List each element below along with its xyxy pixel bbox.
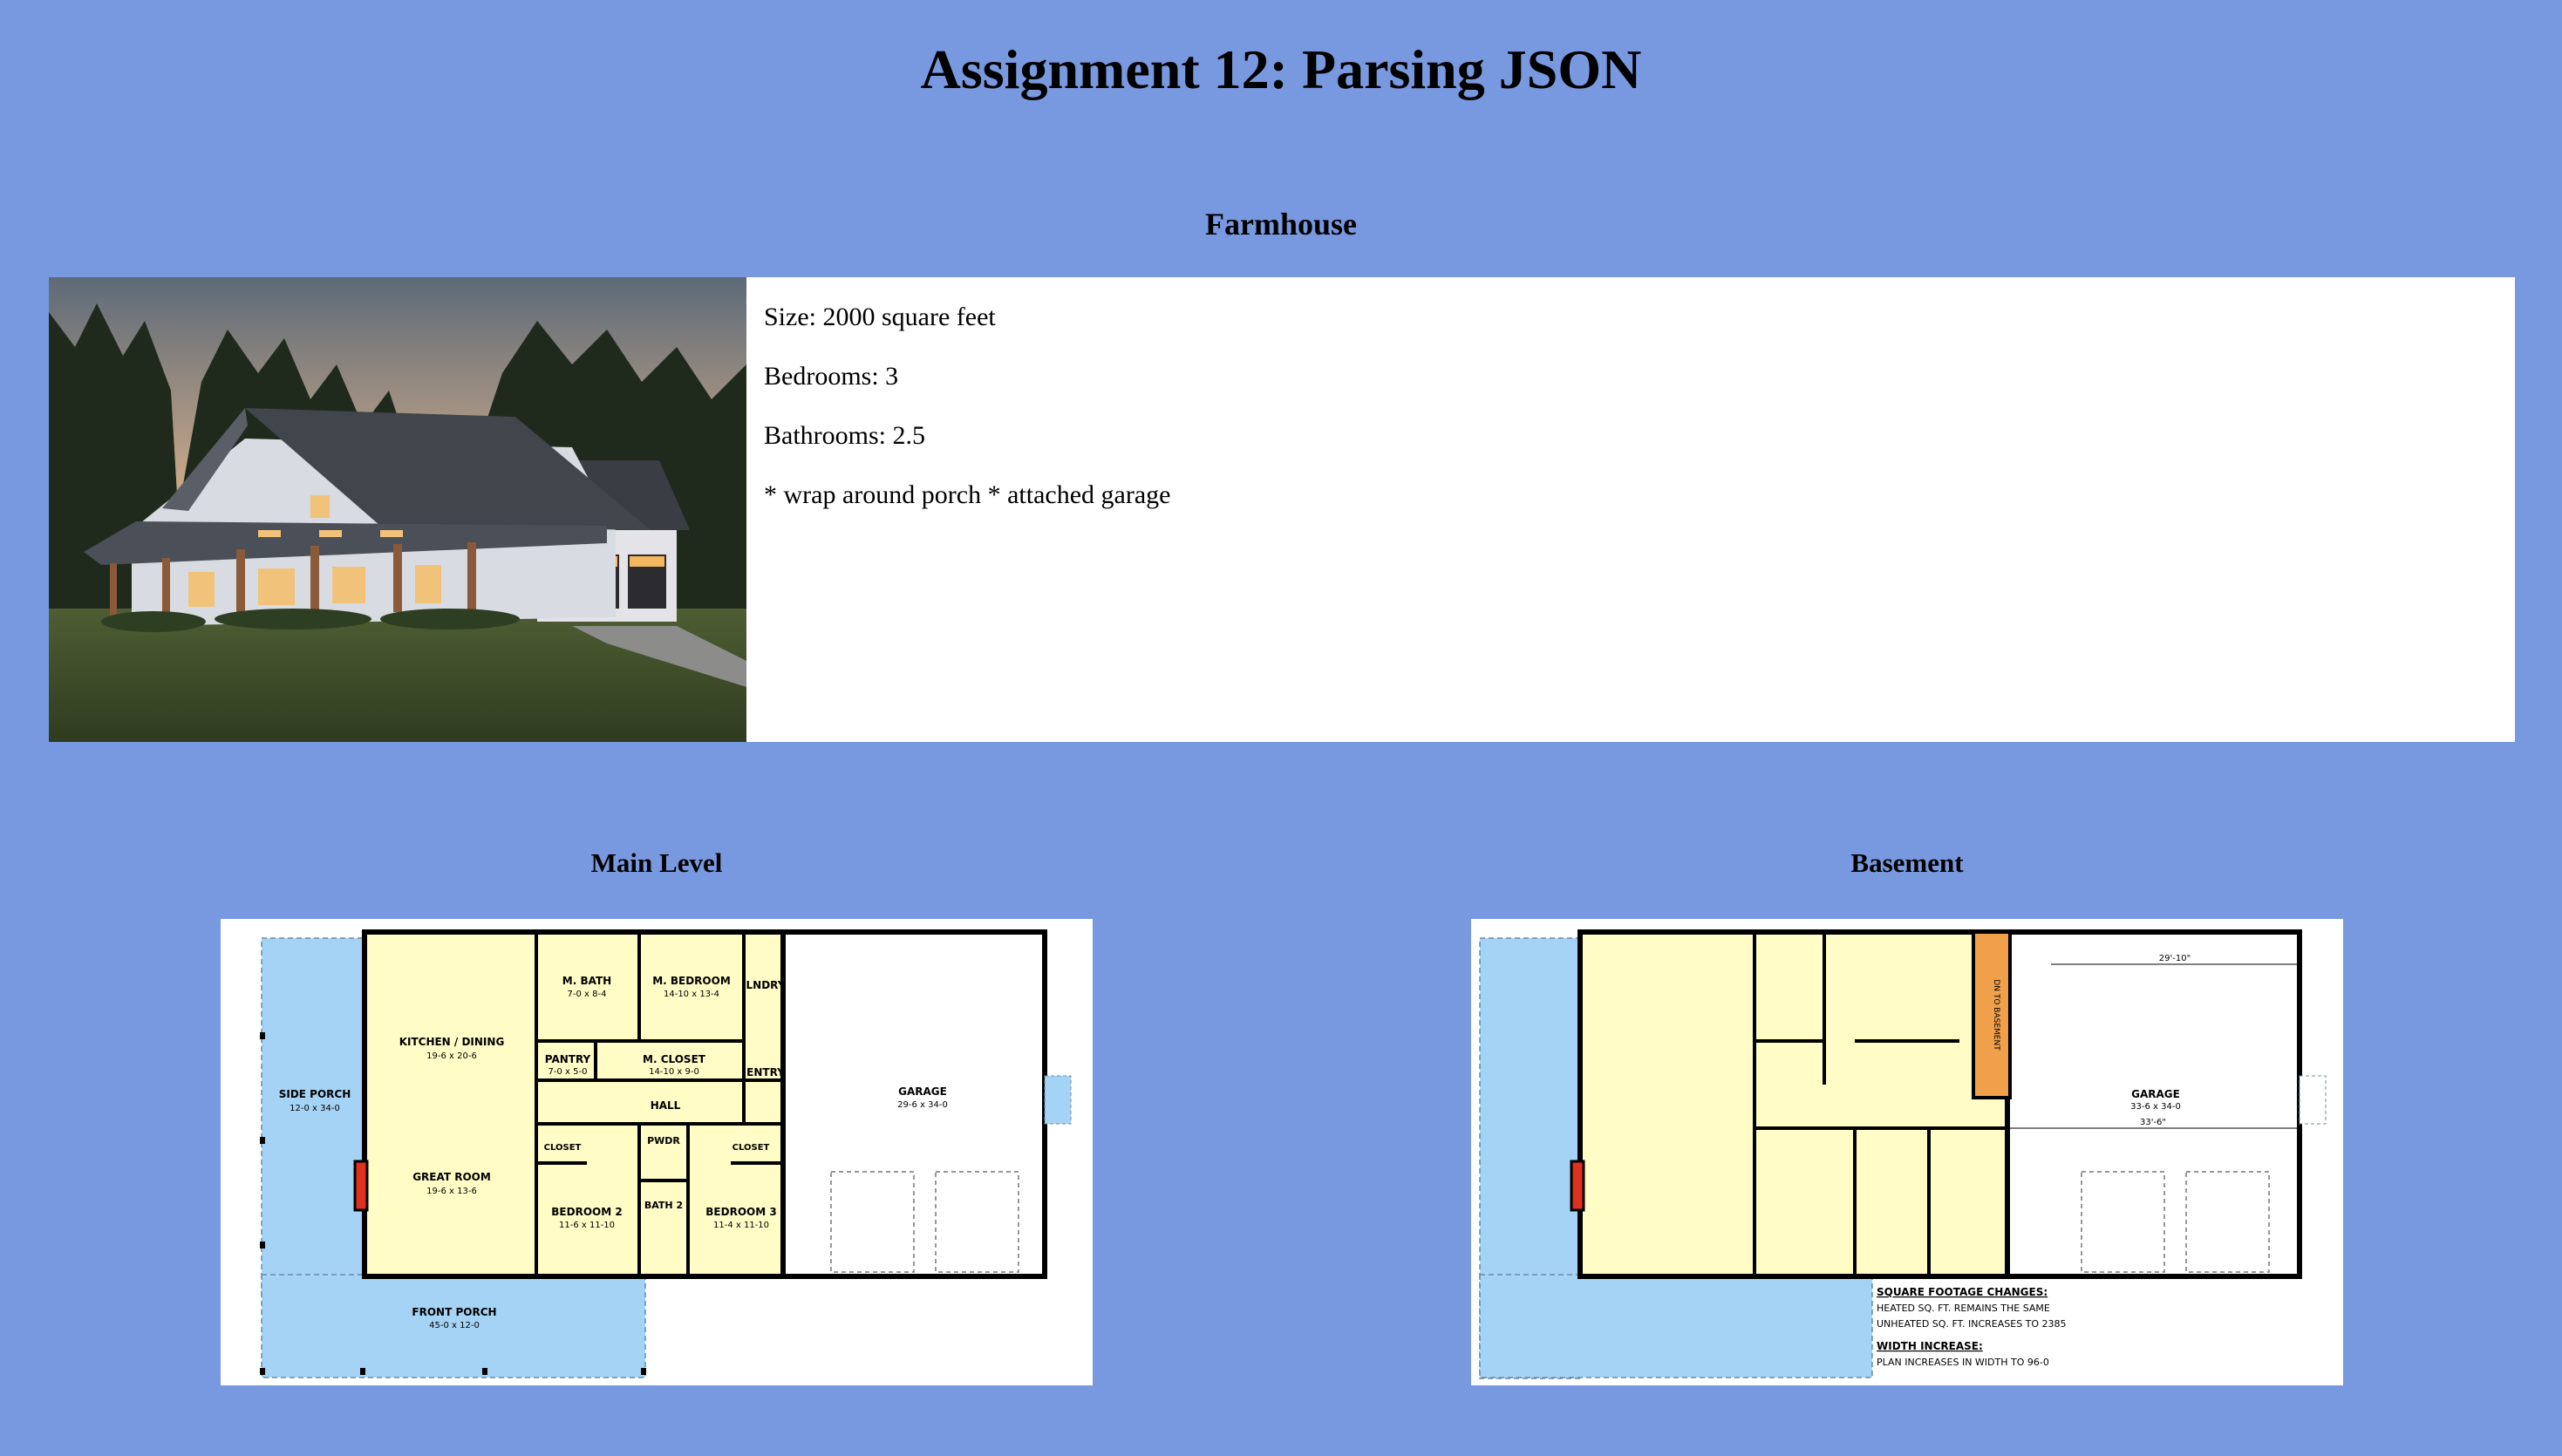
label-great-room: GREAT ROOM bbox=[412, 1171, 491, 1183]
basement-plan: 29'-10" 33'-6" GARAGE 33-6 x 34-0 DN TO … bbox=[1471, 919, 2343, 1385]
house-name: Farmhouse bbox=[1205, 207, 1357, 242]
label-kitchen: KITCHEN / DINING bbox=[399, 1036, 505, 1048]
label-closet-1: CLOSET bbox=[544, 1143, 582, 1153]
dim-bedroom3: 11-4 x 11-10 bbox=[713, 1221, 769, 1230]
dim-garage: 29-6 x 34-0 bbox=[897, 1100, 948, 1110]
label-m-bedroom: M. BEDROOM bbox=[652, 975, 731, 987]
dim-bedroom2: 11-6 x 11-10 bbox=[559, 1221, 615, 1230]
label-bedroom2: BEDROOM 2 bbox=[551, 1206, 622, 1218]
house-card: Size: 2000 square feet Bedrooms: 3 Bathr… bbox=[49, 277, 2515, 742]
dim-mid: 33'-6" bbox=[2140, 1118, 2166, 1127]
label-pwdr: PWDR bbox=[647, 1135, 680, 1146]
label-bath2: BATH 2 bbox=[644, 1200, 683, 1211]
page-title: Assignment 12: Parsing JSON bbox=[920, 38, 1642, 100]
house-info: Size: 2000 square feet Bedrooms: 3 Bathr… bbox=[746, 277, 1170, 742]
notes-width-heading: WIDTH INCREASE: bbox=[1877, 1340, 1983, 1352]
main-level-title: Main Level bbox=[590, 847, 723, 878]
label-front-porch: FRONT PORCH bbox=[412, 1306, 496, 1318]
dim-m-bedroom: 14-10 x 13-4 bbox=[664, 990, 719, 999]
dim-side-porch: 12-0 x 34-0 bbox=[290, 1104, 340, 1113]
notes-sq-line2: UNHEATED SQ. FT. INCREASES TO 2385 bbox=[1877, 1318, 2067, 1330]
label-m-bath: M. BATH bbox=[562, 975, 611, 987]
house-photo-illustration bbox=[49, 277, 746, 742]
notes-sq-line1: HEATED SQ. FT. REMAINS THE SAME bbox=[1877, 1303, 2050, 1314]
label-basement-garage: GARAGE bbox=[2131, 1088, 2180, 1100]
dim-m-closet: 14-10 x 9-0 bbox=[649, 1067, 699, 1077]
house-bedrooms: Bedrooms: 3 bbox=[764, 362, 899, 391]
dim-pantry: 7-0 x 5-0 bbox=[549, 1067, 588, 1077]
label-lndry: LNDRY bbox=[746, 979, 786, 991]
dim-basement-garage: 33-6 x 34-0 bbox=[2130, 1102, 2181, 1112]
house-bathrooms: Bathrooms: 2.5 bbox=[764, 421, 925, 450]
dim-kitchen: 19-6 x 20-6 bbox=[426, 1051, 477, 1061]
label-pantry: PANTRY bbox=[545, 1053, 591, 1065]
label-closet-2: CLOSET bbox=[732, 1143, 770, 1153]
label-stair: DN TO BASEMENT bbox=[1992, 979, 2000, 1051]
label-side-porch: SIDE PORCH bbox=[279, 1088, 351, 1100]
dim-top: 29'-10" bbox=[2159, 954, 2191, 963]
label-hall: HALL bbox=[651, 1099, 681, 1112]
label-m-closet: M. CLOSET bbox=[643, 1053, 706, 1065]
house-size: Size: 2000 square feet bbox=[764, 303, 996, 331]
notes-sq-heading: SQUARE FOOTAGE CHANGES: bbox=[1877, 1286, 2048, 1298]
label-garage: GARAGE bbox=[898, 1085, 947, 1098]
dim-front-porch: 45-0 x 12-0 bbox=[429, 1321, 480, 1330]
main-level-plan: SIDE PORCH 12-0 x 34-0 KITCHEN / DINING … bbox=[221, 919, 1093, 1385]
label-entry: ENTRY bbox=[746, 1066, 785, 1078]
notes-width-line1: PLAN INCREASES IN WIDTH TO 96-0 bbox=[1877, 1357, 2049, 1368]
dim-m-bath: 7-0 x 8-4 bbox=[568, 990, 607, 999]
house-photo bbox=[49, 277, 746, 742]
dim-great-room: 19-6 x 13-6 bbox=[426, 1187, 477, 1196]
label-bedroom3: BEDROOM 3 bbox=[705, 1206, 776, 1218]
basement-title: Basement bbox=[1850, 847, 1964, 878]
basement-floorplan: 29'-10" 33'-6" GARAGE 33-6 x 34-0 DN TO … bbox=[1479, 929, 2327, 1379]
house-features: * wrap around porch * attached garage bbox=[764, 480, 1171, 509]
main-level-floorplan: SIDE PORCH 12-0 x 34-0 KITCHEN / DINING … bbox=[260, 929, 1072, 1378]
